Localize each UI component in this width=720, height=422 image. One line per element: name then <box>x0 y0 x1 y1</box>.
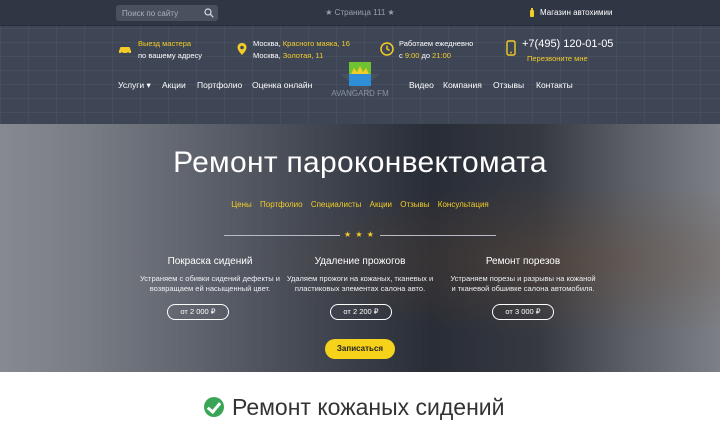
service-card: Ремонт порезов Устраняем порезы и разрыв… <box>448 256 598 294</box>
nav-item-contacts[interactable]: Контакты <box>536 80 573 90</box>
service-desc-line: Удаляем прожоги на кожаных, тканевых и <box>286 274 434 283</box>
service-desc-line: Устраняем с обивки сидений дефекты и <box>140 274 280 283</box>
divider-right <box>380 235 496 236</box>
section-title: Ремонт кожаных сидений <box>232 393 505 420</box>
address-city-2: Москва, <box>253 51 283 60</box>
hero-banner: Ремонт пароконвектомата Цены Портфолио С… <box>0 124 720 372</box>
hero-sublinks: Цены Портфолио Специалисты Акции Отзывы … <box>0 200 720 209</box>
nav-item-video[interactable]: Видео <box>409 80 434 90</box>
price-button[interactable]: от 2 000 ₽ <box>167 304 229 320</box>
logo-text: AVANGARD FM <box>331 89 389 98</box>
nav-item-reviews[interactable]: Отзывы <box>493 80 524 90</box>
divider-left <box>224 235 340 236</box>
nav-item-services[interactable]: Услуги ▾ <box>118 80 151 91</box>
visit-subtitle: по вашему адресу <box>138 51 203 60</box>
price-button[interactable]: от 2 200 ₽ <box>330 304 392 320</box>
price-button[interactable]: от 3 000 ₽ <box>492 304 554 320</box>
service-title: Ремонт порезов <box>485 256 561 267</box>
signup-button[interactable]: Записаться <box>325 339 395 359</box>
service-card: Удаление прожогов Удаляем прожоги на кож… <box>285 256 435 294</box>
sublink-specialists[interactable]: Специалисты <box>311 200 362 209</box>
shop-link[interactable]: Магазин автохимии <box>528 8 612 17</box>
service-card: Покраска сидений Устраняем с обивки сиде… <box>135 256 285 294</box>
shop-link-label: Магазин автохимии <box>540 8 613 17</box>
hero-title: Ремонт пароконвектомата <box>173 146 547 179</box>
hours-info: Работаем ежедневно с 9:00 до 21:00 <box>399 38 473 62</box>
sublink-promo[interactable]: Акции <box>370 200 392 209</box>
phone-number[interactable]: +7(495) 120-01-05 <box>522 38 613 50</box>
service-desc-line: и тканевой обшивке салона автомобиля. <box>451 284 595 293</box>
checkmark-icon <box>204 397 224 417</box>
nav-item-rate-online[interactable]: Оценка онлайн <box>252 80 312 90</box>
clock-icon <box>380 42 394 56</box>
sublink-consultation[interactable]: Консультация <box>438 200 489 209</box>
bottle-icon <box>530 8 534 17</box>
hours-mid: до <box>419 51 433 60</box>
nav-item-portfolio[interactable]: Портфолио <box>197 80 242 90</box>
nav-item-company[interactable]: Компания <box>443 80 482 90</box>
service-desc-line: пластиковых элементах салона авто. <box>294 284 426 293</box>
site-logo[interactable]: AVANGARD FM <box>318 58 402 102</box>
site-header: ★ Страница 111 ★ Магазин автохимии Выезд… <box>0 0 720 124</box>
visit-info: Выезд мастера по вашему адресу <box>138 38 202 62</box>
hours-line: с 9:00 до 21:00 <box>399 50 473 62</box>
stars-decoration: ★ ★ ★ <box>344 230 375 239</box>
sublink-prices[interactable]: Цены <box>231 200 252 209</box>
address-city-1: Москва, <box>253 39 283 48</box>
sublink-portfolio[interactable]: Портфолио <box>260 200 303 209</box>
service-desc-line: возвращаем ей насыщенный цвет. <box>149 284 271 293</box>
visit-title: Выезд мастера <box>138 39 192 48</box>
location-pin-icon <box>237 43 247 55</box>
hours-title: Работаем ежедневно <box>399 39 474 48</box>
callback-link[interactable]: Перезвоните мне <box>527 54 588 63</box>
sublink-reviews[interactable]: Отзывы <box>400 200 429 209</box>
hours-to: 21:00 <box>432 51 451 60</box>
service-title: Удаление прожогов <box>314 256 406 267</box>
nav-item-promo[interactable]: Акции <box>162 80 186 90</box>
service-title: Покраска сидений <box>167 256 253 267</box>
hours-from: 9:00 <box>404 51 420 60</box>
address-street-1[interactable]: Красного маяка, 16 <box>283 39 350 48</box>
service-desc-line: Устраняем порезы и разрывы на кожаной <box>450 274 596 283</box>
section-heading: Ремонт кожаных сидений <box>204 392 504 422</box>
mobile-phone-icon <box>506 40 516 56</box>
car-icon <box>119 47 131 55</box>
address-line-1: Москва, Красного маяка, 16 <box>253 38 350 50</box>
top-bar: ★ Страница 111 ★ Магазин автохимии <box>0 0 720 26</box>
